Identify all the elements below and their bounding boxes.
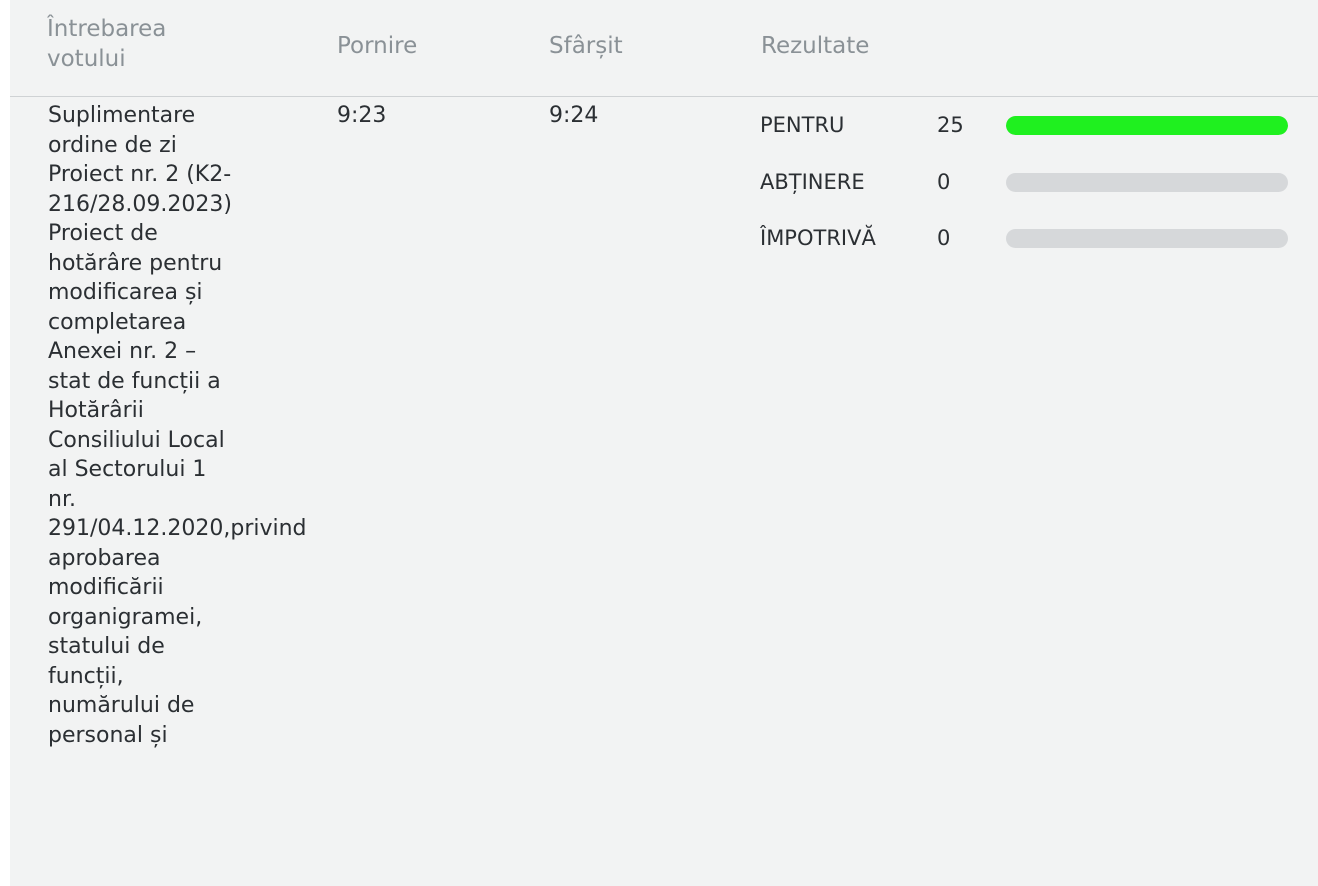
table-header: Întrebarea votului Pornire Sfârșit Rezul… [10, 0, 1318, 97]
result-label: ABȚINERE [760, 170, 865, 194]
result-bar-track [1006, 116, 1288, 135]
vote-results-panel: Întrebarea votului Pornire Sfârșit Rezul… [10, 0, 1318, 886]
result-count: 0 [937, 170, 951, 194]
result-bar-fill [1006, 116, 1288, 135]
result-count: 25 [937, 113, 964, 137]
column-header-end[interactable]: Sfârșit [549, 31, 623, 61]
result-bar-track [1006, 229, 1288, 248]
result-label: ÎMPOTRIVĂ [760, 226, 876, 250]
result-label: PENTRU [760, 113, 845, 137]
vote-end-time: 9:24 [549, 103, 599, 128]
result-count: 0 [937, 226, 951, 250]
result-row-abtinere: ABȚINERE 0 [760, 167, 1300, 197]
result-row-pentru: PENTRU 25 [760, 110, 1300, 140]
result-bar-track [1006, 173, 1288, 192]
vote-question-text: Suplimentare ordine de zi Proiect nr. 2 … [48, 103, 307, 748]
column-header-question[interactable]: Întrebarea votului [47, 14, 247, 74]
column-header-results[interactable]: Rezultate [761, 31, 869, 61]
vote-start-time: 9:23 [337, 103, 387, 128]
result-row-impotriva: ÎMPOTRIVĂ 0 [760, 223, 1300, 253]
column-header-start[interactable]: Pornire [337, 31, 417, 61]
